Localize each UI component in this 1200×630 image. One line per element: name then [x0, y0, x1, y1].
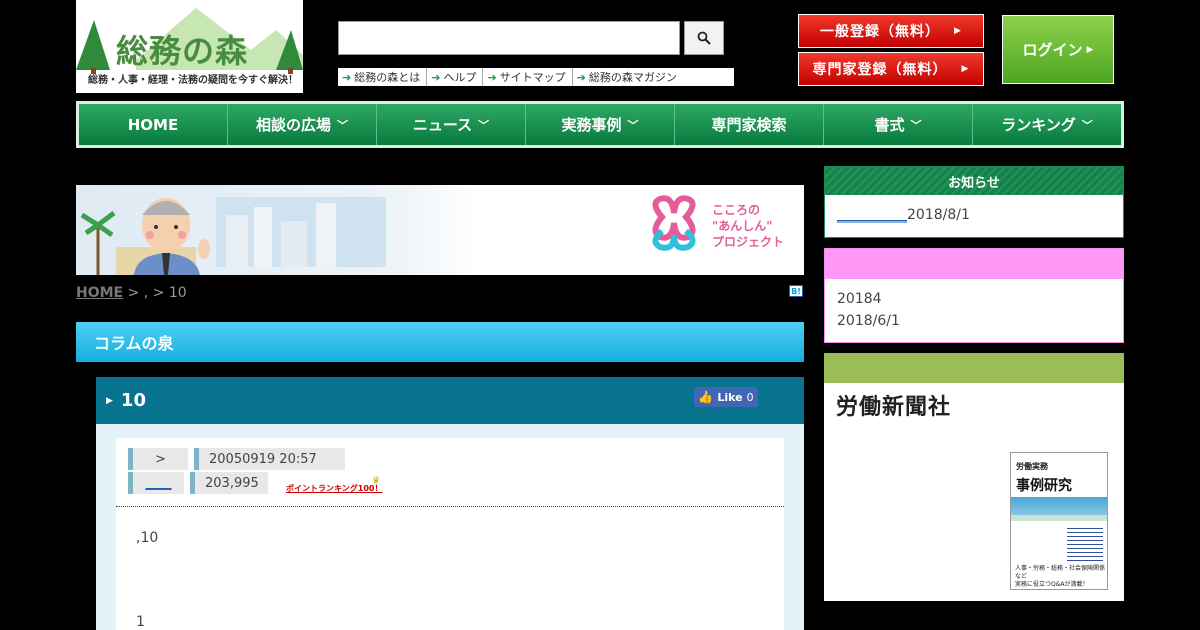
notice-link[interactable]: __________	[837, 207, 907, 223]
nav-item-label: 相談の広場	[255, 116, 331, 134]
register-expert-label: 専門家登録（無料）	[812, 62, 948, 78]
book-band	[1011, 515, 1107, 521]
book-cover-image[interactable]: 労働実務 事例研究 人事・労務・総務・社会保険関係など 実務に役立つQ&Aが満載…	[1010, 452, 1108, 590]
breadcrumb: HOME > , > 10	[76, 285, 187, 301]
banner-illustration	[76, 185, 804, 275]
banner-text-line-3: プロジェクト	[712, 235, 785, 249]
like-count: 0	[746, 390, 754, 404]
logo-tagline: 総務・人事・経理・法務の疑問を今すぐ解決！	[88, 75, 298, 86]
publisher-panel: 労働新聞社 労働実務 事例研究 人事・労務・総務・社会保険関係など 実務に役立つ…	[824, 353, 1124, 601]
nav-item-label: 書式	[874, 116, 905, 134]
chevron-down-icon: ﹀	[1081, 118, 1093, 132]
chevron-down-icon: ﹀	[627, 118, 639, 132]
subnav-about-link[interactable]: ➔ 総務の森とは	[338, 68, 428, 86]
author-link[interactable]: ____	[128, 472, 184, 494]
promo-banner[interactable]: こころの "あんしん" プロジェクト	[76, 185, 804, 275]
search-button[interactable]	[684, 21, 724, 55]
nav-item-home[interactable]: HOME	[79, 104, 228, 145]
notice-panel: お知らせ __________2018/8/1	[824, 166, 1124, 238]
sub-navigation: ➔ 総務の森とは ➔ ヘルプ ➔ サイトマップ ➔ 総務の森マガジン	[338, 68, 734, 86]
main-navigation: HOME 相談の広場 ﹀ ニュース ﹀ 実務事例 ﹀ 専門家検索 書式 ﹀ ラン…	[76, 101, 1124, 148]
nav-item-label: ニュース	[412, 116, 473, 134]
nav-item-expert-search[interactable]: 専門家検索	[675, 104, 824, 145]
article-title: 10	[120, 390, 146, 411]
article-text: ,10	[136, 530, 159, 546]
info-line: 20184	[837, 291, 882, 307]
chevron-down-icon: ﹀	[337, 118, 348, 132]
book-footer-line: 実務に役立つQ&Aが満載！	[1015, 581, 1089, 588]
nav-item-forum[interactable]: 相談の広場 ﹀	[228, 104, 377, 145]
nav-item-news[interactable]: ニュース ﹀	[377, 104, 526, 145]
book-footer: 人事・労務・総務・社会保険関係など 実務に役立つQ&Aが満載！	[1015, 565, 1107, 589]
info-panel: 20184 2018/6/1	[824, 248, 1124, 343]
subnav-sitemap-link[interactable]: ➔ サイトマップ	[483, 68, 573, 86]
nav-item-label: HOME	[127, 115, 179, 134]
subnav-magazine-link[interactable]: ➔ 総務の森マガジン	[573, 68, 683, 86]
author-points: 203,995	[190, 472, 268, 494]
login-button[interactable]: ログイン ▶	[1002, 15, 1114, 84]
article-text: 1	[136, 614, 145, 630]
arrow-right-icon: ➔	[431, 70, 441, 84]
chevron-down-icon: ﹀	[478, 118, 490, 132]
divider	[116, 506, 784, 507]
search-input[interactable]	[338, 21, 680, 55]
logo-text: 総務の森	[116, 32, 249, 70]
book-band	[1011, 497, 1107, 515]
site-logo[interactable]: 総務の森 総務・人事・経理・法務の疑問を今すぐ解決！	[76, 0, 303, 93]
article-header: ▶ 10 👍 Like 0	[96, 377, 804, 424]
arrow-right-icon: ➔	[576, 70, 586, 84]
nav-item-label: ランキング	[1001, 116, 1076, 134]
facebook-like-button[interactable]: 👍 Like 0	[694, 387, 758, 407]
breadcrumb-home-link[interactable]: HOME	[76, 285, 123, 301]
register-general-label: 一般登録（無料）	[820, 24, 941, 40]
thumbs-up-icon: 👍	[698, 390, 714, 404]
book-footer-line: 人事・労務・総務・社会保険関係など	[1015, 565, 1106, 580]
arrow-right-icon: ➔	[342, 70, 352, 84]
point-ranking-link[interactable]: ポイントランキング100！	[286, 483, 382, 494]
nav-item-label: 実務事例	[561, 116, 622, 134]
notice-title: お知らせ	[825, 167, 1123, 195]
notice-item[interactable]: __________2018/8/1	[825, 195, 1123, 223]
subnav-help-link[interactable]: ➔ ヘルプ	[427, 68, 484, 86]
publisher-logo[interactable]: 労働新聞社	[836, 389, 951, 421]
search-icon	[697, 31, 711, 45]
notice-date: 2018/8/1	[907, 207, 970, 223]
banner-text-line-1: こころの	[712, 203, 761, 217]
register-general-button[interactable]: 一般登録（無料） ▶	[798, 14, 984, 48]
triangle-right-icon: ▶	[1086, 44, 1094, 55]
arrow-right-icon: ➔	[487, 70, 497, 84]
book-title: 事例研究	[1016, 478, 1072, 494]
crown-icon: ♛	[372, 476, 381, 486]
section-title: コラムの泉	[76, 322, 804, 362]
subnav-label: 総務の森とは	[354, 71, 421, 84]
chevron-down-icon: ﹀	[910, 118, 922, 132]
hatena-bookmark-icon[interactable]: B!	[789, 285, 803, 297]
article: ▶ 10 👍 Like 0 > 20050919 20:57 ____ 203,…	[96, 377, 804, 630]
banner-text-line-2: "あんしん"	[712, 219, 773, 233]
login-label: ログイン	[1022, 41, 1083, 59]
info-panel-header	[825, 249, 1123, 279]
triangle-right-icon: ▶	[961, 64, 970, 74]
triangle-right-icon: ▶	[106, 395, 113, 406]
breadcrumb-trail: > , > 10	[123, 285, 187, 301]
nav-item-label: 専門家検索	[711, 116, 787, 134]
publisher-panel-header	[824, 353, 1124, 383]
info-line: 2018/6/1	[837, 313, 900, 329]
like-label: Like	[717, 390, 743, 404]
book-contents-list	[1067, 525, 1103, 561]
meta-row-author: ____ 203,995	[128, 472, 268, 494]
register-expert-button[interactable]: 専門家登録（無料） ▶	[798, 52, 984, 86]
meta-label: >	[128, 448, 188, 470]
subnav-label: 総務の森マガジン	[588, 71, 677, 84]
nav-item-cases[interactable]: 実務事例 ﹀	[526, 104, 675, 145]
nav-item-forms[interactable]: 書式 ﹀	[824, 104, 973, 145]
triangle-right-icon: ▶	[954, 26, 962, 36]
subnav-label: ヘルプ	[443, 71, 477, 84]
subnav-label: サイトマップ	[499, 71, 566, 84]
post-datetime: 20050919 20:57	[194, 448, 345, 470]
article-body: > 20050919 20:57 ____ 203,995 ポイントランキング1…	[116, 438, 784, 630]
book-subtitle: 労働実務	[1016, 462, 1048, 471]
meta-row-date: > 20050919 20:57	[128, 448, 345, 470]
nav-item-ranking[interactable]: ランキング ﹀	[973, 104, 1121, 145]
